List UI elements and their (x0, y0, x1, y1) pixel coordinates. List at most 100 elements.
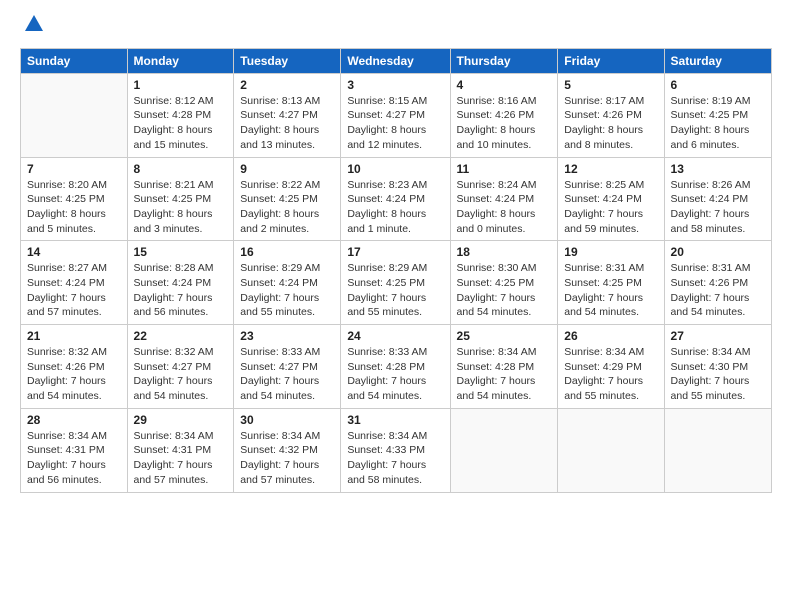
calendar-cell: 31 Sunrise: 8:34 AMSunset: 4:33 PMDayligh… (341, 408, 450, 492)
day-number: 26 (564, 329, 657, 343)
day-info: Sunrise: 8:33 AMSunset: 4:27 PMDaylight:… (240, 345, 334, 404)
calendar-cell: 6Sunrise: 8:19 AMSunset: 4:25 PMDaylight… (664, 73, 771, 157)
day-number: 29 (134, 413, 228, 427)
day-info: Sunrise: 8:29 AMSunset: 4:25 PMDaylight:… (347, 261, 443, 320)
calendar-cell: 27 Sunrise: 8:34 AMSunset: 4:30 PMDayligh… (664, 325, 771, 409)
day-number: 1 (134, 78, 228, 92)
calendar-cell (664, 408, 771, 492)
day-info: Sunrise: 8:34 AMSunset: 4:30 PMDaylight:… (671, 345, 765, 404)
calendar-table: SundayMondayTuesdayWednesdayThursdayFrid… (20, 48, 772, 493)
day-number: 18 (457, 245, 552, 259)
day-info: Sunrise: 8:31 AMSunset: 4:26 PMDaylight:… (671, 261, 765, 320)
day-number: 8 (134, 162, 228, 176)
calendar-cell: 13 Sunrise: 8:26 AMSunset: 4:24 PMDayligh… (664, 157, 771, 241)
day-info: Sunrise: 8:26 AMSunset: 4:24 PMDaylight:… (671, 178, 765, 237)
calendar-cell: 24 Sunrise: 8:33 AMSunset: 4:28 PMDayligh… (341, 325, 450, 409)
day-info: Sunrise: 8:34 AMSunset: 4:33 PMDaylight:… (347, 429, 443, 488)
day-info: Sunrise: 8:22 AMSunset: 4:25 PMDaylight:… (240, 178, 334, 237)
logo (20, 18, 45, 38)
day-info: Sunrise: 8:32 AMSunset: 4:26 PMDaylight:… (27, 345, 121, 404)
calendar-cell: 14 Sunrise: 8:27 AMSunset: 4:24 PMDayligh… (21, 241, 128, 325)
calendar-cell (21, 73, 128, 157)
calendar-cell: 11 Sunrise: 8:24 AMSunset: 4:24 PMDayligh… (450, 157, 558, 241)
calendar-cell: 7 Sunrise: 8:20 AMSunset: 4:25 PMDaylight… (21, 157, 128, 241)
day-info: Sunrise: 8:21 AMSunset: 4:25 PMDaylight:… (134, 178, 228, 237)
day-number: 13 (671, 162, 765, 176)
day-number: 27 (671, 329, 765, 343)
day-number: 28 (27, 413, 121, 427)
day-number: 31 (347, 413, 443, 427)
column-header-thursday: Thursday (450, 48, 558, 73)
calendar-cell: 4Sunrise: 8:16 AMSunset: 4:26 PMDaylight… (450, 73, 558, 157)
calendar-cell: 10Sunrise: 8:23 AMSunset: 4:24 PMDayligh… (341, 157, 450, 241)
day-info: Sunrise: 8:15 AMSunset: 4:27 PMDaylight:… (347, 94, 443, 153)
day-info: Sunrise: 8:16 AMSunset: 4:26 PMDaylight:… (457, 94, 552, 153)
day-number: 9 (240, 162, 334, 176)
day-info: Sunrise: 8:34 AMSunset: 4:29 PMDaylight:… (564, 345, 657, 404)
calendar-cell: 28Sunrise: 8:34 AMSunset: 4:31 PMDayligh… (21, 408, 128, 492)
day-number: 30 (240, 413, 334, 427)
calendar-cell: 20 Sunrise: 8:31 AMSunset: 4:26 PMDayligh… (664, 241, 771, 325)
day-number: 20 (671, 245, 765, 259)
calendar-cell: 26 Sunrise: 8:34 AMSunset: 4:29 PMDayligh… (558, 325, 664, 409)
column-header-tuesday: Tuesday (234, 48, 341, 73)
calendar-cell: 9 Sunrise: 8:22 AMSunset: 4:25 PMDaylight… (234, 157, 341, 241)
day-number: 7 (27, 162, 121, 176)
day-info: Sunrise: 8:23 AMSunset: 4:24 PMDaylight:… (347, 178, 443, 237)
calendar-cell: 8 Sunrise: 8:21 AMSunset: 4:25 PMDaylight… (127, 157, 234, 241)
day-info: Sunrise: 8:24 AMSunset: 4:24 PMDaylight:… (457, 178, 552, 237)
day-info: Sunrise: 8:32 AMSunset: 4:27 PMDaylight:… (134, 345, 228, 404)
calendar-cell: 29 Sunrise: 8:34 AMSunset: 4:31 PMDayligh… (127, 408, 234, 492)
day-info: Sunrise: 8:12 AMSunset: 4:28 PMDaylight:… (134, 94, 228, 153)
day-info: Sunrise: 8:30 AMSunset: 4:25 PMDaylight:… (457, 261, 552, 320)
day-info: Sunrise: 8:27 AMSunset: 4:24 PMDaylight:… (27, 261, 121, 320)
column-header-saturday: Saturday (664, 48, 771, 73)
day-info: Sunrise: 8:25 AMSunset: 4:24 PMDaylight:… (564, 178, 657, 237)
header (20, 18, 772, 38)
calendar-week-2: 7 Sunrise: 8:20 AMSunset: 4:25 PMDaylight… (21, 157, 772, 241)
calendar-week-3: 14 Sunrise: 8:27 AMSunset: 4:24 PMDayligh… (21, 241, 772, 325)
calendar-cell: 5 Sunrise: 8:17 AMSunset: 4:26 PMDaylight… (558, 73, 664, 157)
calendar-cell: 21Sunrise: 8:32 AMSunset: 4:26 PMDayligh… (21, 325, 128, 409)
calendar-cell: 3 Sunrise: 8:15 AMSunset: 4:27 PMDaylight… (341, 73, 450, 157)
column-header-sunday: Sunday (21, 48, 128, 73)
day-number: 19 (564, 245, 657, 259)
calendar-cell: 30Sunrise: 8:34 AMSunset: 4:32 PMDayligh… (234, 408, 341, 492)
calendar-week-1: 1 Sunrise: 8:12 AMSunset: 4:28 PMDaylight… (21, 73, 772, 157)
calendar-cell: 22 Sunrise: 8:32 AMSunset: 4:27 PMDayligh… (127, 325, 234, 409)
day-number: 25 (457, 329, 552, 343)
day-number: 3 (347, 78, 443, 92)
day-number: 11 (457, 162, 552, 176)
day-number: 14 (27, 245, 121, 259)
day-number: 12 (564, 162, 657, 176)
day-number: 17 (347, 245, 443, 259)
calendar-cell: 2Sunrise: 8:13 AMSunset: 4:27 PMDaylight… (234, 73, 341, 157)
page: SundayMondayTuesdayWednesdayThursdayFrid… (0, 0, 792, 612)
column-header-wednesday: Wednesday (341, 48, 450, 73)
day-info: Sunrise: 8:17 AMSunset: 4:26 PMDaylight:… (564, 94, 657, 153)
calendar-week-4: 21Sunrise: 8:32 AMSunset: 4:26 PMDayligh… (21, 325, 772, 409)
column-header-monday: Monday (127, 48, 234, 73)
day-info: Sunrise: 8:34 AMSunset: 4:31 PMDaylight:… (134, 429, 228, 488)
day-info: Sunrise: 8:20 AMSunset: 4:25 PMDaylight:… (27, 178, 121, 237)
calendar-header-row: SundayMondayTuesdayWednesdayThursdayFrid… (21, 48, 772, 73)
day-number: 22 (134, 329, 228, 343)
day-info: Sunrise: 8:34 AMSunset: 4:28 PMDaylight:… (457, 345, 552, 404)
day-info: Sunrise: 8:29 AMSunset: 4:24 PMDaylight:… (240, 261, 334, 320)
day-number: 24 (347, 329, 443, 343)
day-number: 15 (134, 245, 228, 259)
calendar-week-5: 28 Sunrise: 8:34 AMSunset: 4:31 PMDayligh… (21, 408, 772, 492)
logo-triangle-icon (23, 13, 45, 35)
calendar-cell: 18 Sunrise: 8:30 AMSunset: 4:25 PMDayligh… (450, 241, 558, 325)
day-info: Sunrise: 8:13 AMSunset: 4:27 PMDaylight:… (240, 94, 334, 153)
calendar-cell: 15 Sunrise: 8:28 AMSunset: 4:24 PMDayligh… (127, 241, 234, 325)
day-number: 23 (240, 329, 334, 343)
day-number: 5 (564, 78, 657, 92)
column-header-friday: Friday (558, 48, 664, 73)
calendar-cell: 1 Sunrise: 8:12 AMSunset: 4:28 PMDaylight… (127, 73, 234, 157)
day-info: Sunrise: 8:28 AMSunset: 4:24 PMDaylight:… (134, 261, 228, 320)
calendar-cell (450, 408, 558, 492)
calendar-cell: 16Sunrise: 8:29 AMSunset: 4:24 PMDayligh… (234, 241, 341, 325)
day-info: Sunrise: 8:33 AMSunset: 4:28 PMDaylight:… (347, 345, 443, 404)
calendar-cell (558, 408, 664, 492)
